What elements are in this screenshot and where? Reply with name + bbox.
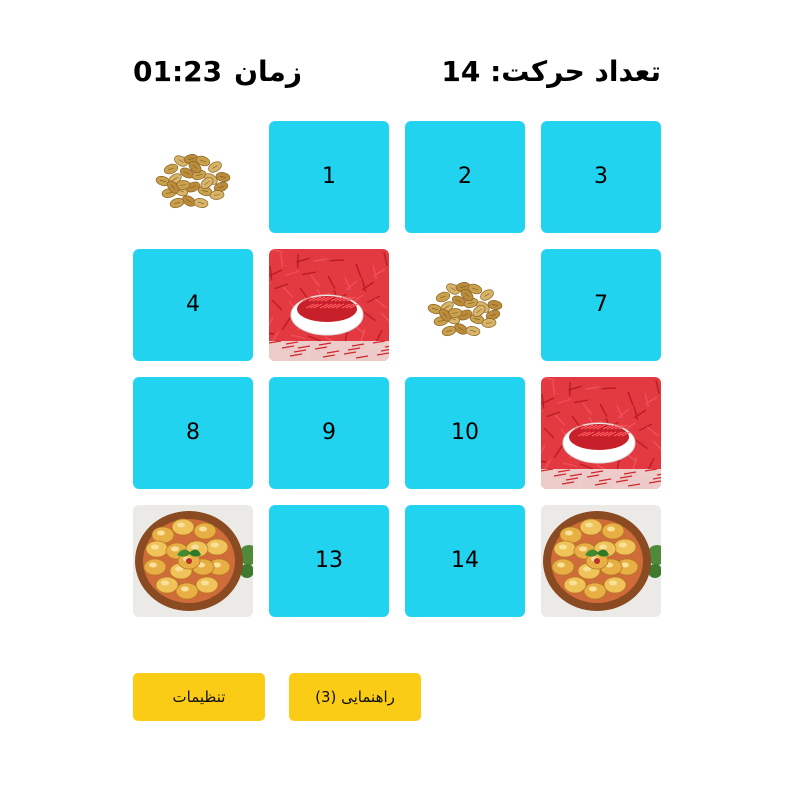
- moves-value: 14: [441, 55, 481, 88]
- moves-label: تعداد حرکت:: [490, 55, 661, 88]
- card-hidden[interactable]: 8: [133, 377, 253, 489]
- card-hidden[interactable]: 14: [405, 505, 525, 617]
- card-number: 14: [451, 548, 479, 573]
- card-number: 13: [315, 548, 343, 573]
- card-revealed: [133, 121, 253, 233]
- card-revealed: [541, 377, 661, 489]
- settings-button[interactable]: تنظیمات: [133, 673, 265, 721]
- pastry-image: [133, 505, 253, 617]
- game-header: 01:23 زمان تعداد حرکت: 14: [133, 52, 661, 96]
- card-hidden[interactable]: 3: [541, 121, 661, 233]
- card-revealed: [133, 505, 253, 617]
- pastry-image: [541, 505, 661, 617]
- pistachio-image: [405, 249, 525, 361]
- card-revealed: [269, 249, 389, 361]
- card-number: 3: [594, 164, 608, 189]
- card-number: 10: [451, 420, 479, 445]
- card-board: 1 2 3 4 7 8 9 10 13 14: [133, 121, 661, 617]
- saffron-image: [269, 249, 389, 361]
- card-hidden[interactable]: 13: [269, 505, 389, 617]
- card-hidden[interactable]: 9: [269, 377, 389, 489]
- card-hidden[interactable]: 2: [405, 121, 525, 233]
- timer-value: 01:23: [133, 55, 223, 88]
- hint-button[interactable]: راهنمایی (3): [289, 673, 421, 721]
- pistachio-image: [133, 121, 253, 233]
- card-hidden[interactable]: 10: [405, 377, 525, 489]
- card-revealed: [405, 249, 525, 361]
- timer: 01:23 زمان: [133, 52, 302, 92]
- card-number: 1: [322, 164, 336, 189]
- move-counter: تعداد حرکت: 14: [441, 52, 661, 92]
- card-number: 8: [186, 420, 200, 445]
- card-number: 2: [458, 164, 472, 189]
- card-number: 4: [186, 292, 200, 317]
- card-number: 9: [322, 420, 336, 445]
- card-hidden[interactable]: 4: [133, 249, 253, 361]
- card-revealed: [541, 505, 661, 617]
- saffron-image: [541, 377, 661, 489]
- timer-label: زمان: [234, 55, 303, 88]
- card-number: 7: [594, 292, 608, 317]
- card-hidden[interactable]: 1: [269, 121, 389, 233]
- card-hidden[interactable]: 7: [541, 249, 661, 361]
